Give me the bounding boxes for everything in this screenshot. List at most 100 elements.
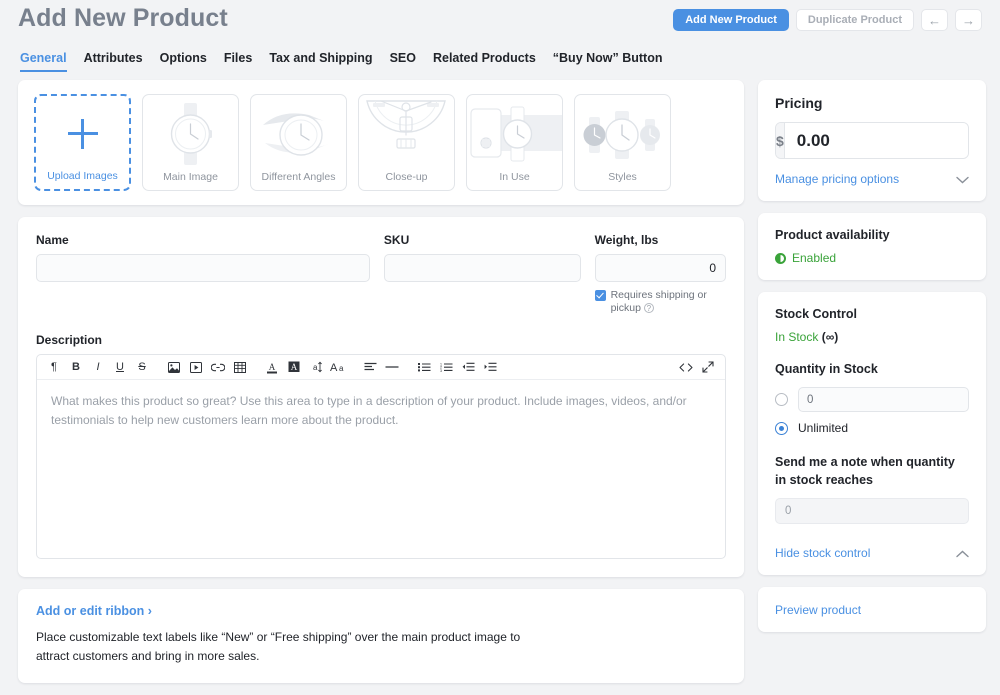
sku-input[interactable] [383,254,581,282]
manage-pricing-options-row[interactable]: Manage pricing options [775,172,969,186]
svg-text:a: a [339,364,344,373]
hide-stock-control-link[interactable]: Hide stock control [775,546,870,560]
horizontal-rule-icon[interactable] [381,356,403,378]
question-mark-icon[interactable]: ? [643,303,654,314]
editor-toolbar: ¶ B I U S A A a A a 1 2 3 [37,355,725,381]
currency-symbol: $ [776,123,785,158]
highlight-icon[interactable]: A [283,356,305,378]
hide-stock-control-row[interactable]: Hide stock control [775,546,969,560]
image-icon[interactable] [163,356,185,378]
tab-bar: General Attributes Options Files Tax and… [0,44,1000,72]
preview-product-section: Preview product [758,587,986,632]
low-stock-note-input[interactable] [775,498,969,525]
product-form: Name SKU Weight, lbs Requires shipping o… [18,217,744,577]
add-new-product-button[interactable]: Add New Product [673,9,789,31]
requires-shipping-checkbox[interactable] [594,290,606,301]
product-availability-title: Product availability [775,228,890,242]
font-color-icon[interactable]: A [261,356,283,378]
tab-attributes[interactable]: Attributes [84,51,143,72]
ordered-list-icon[interactable]: 123 [435,356,457,378]
tab-related-products[interactable]: Related Products [433,51,536,72]
italic-icon[interactable]: I [87,356,109,378]
upload-images-label: Upload Images [47,170,118,182]
pricing-section: Pricing $ Manage pricing options [758,80,986,201]
quantity-input[interactable] [799,388,968,412]
unlimited-radio[interactable] [775,421,788,435]
sku-field-group: SKU [383,233,581,315]
quantity-option-row: items [775,387,969,413]
link-icon[interactable] [207,356,229,378]
name-field-group: Name [36,233,370,315]
thumb-label: Main Image [163,171,218,183]
product-details-card: Name SKU Weight, lbs Requires shipping o… [18,217,744,578]
weight-field-group: Weight, lbs Requires shipping or pickup … [594,233,726,315]
outdent-icon[interactable] [457,356,479,378]
thumb-styles[interactable]: Styles [574,94,671,191]
pricing-title: Pricing [775,95,823,111]
manage-pricing-options-link[interactable]: Manage pricing options [775,172,899,186]
watch-front-icon [170,103,212,165]
align-icon[interactable] [359,356,381,378]
tab-files[interactable]: Files [224,51,253,72]
watch-angle-icon [263,113,331,156]
weight-input[interactable] [594,254,726,282]
code-view-icon[interactable] [675,356,697,378]
product-images-card: Upload Images Main Image Different Angle… [18,80,744,205]
page-header: Add New Product Add New Product Duplicat… [0,0,1000,44]
chevron-down-icon [956,173,969,186]
sidebar-column: Pricing $ Manage pricing options Product… [758,80,986,644]
indent-icon[interactable] [479,356,501,378]
font-size-icon[interactable]: Aa [327,356,349,378]
plus-icon [67,119,98,149]
requires-shipping-label: Requires shipping or pickup ? [610,289,707,315]
stock-control-section: Stock Control In Stock (∞) Quantity in S… [758,292,986,575]
tab-seo[interactable]: SEO [390,51,416,72]
thumb-label: In Use [499,171,530,183]
tab-buy-now-button[interactable]: “Buy Now” Button [553,51,663,72]
availability-status[interactable]: Enabled [775,251,969,265]
description-editor: ¶ B I U S A A a A a 1 2 3 What makes thi… [36,354,726,560]
unordered-list-icon[interactable] [413,356,435,378]
unlimited-option-row: Unlimited [775,421,969,435]
form-row-primary: Name SKU Weight, lbs Requires shipping o… [36,233,726,315]
svg-text:A: A [291,362,298,372]
preview-product-link[interactable]: Preview product [775,603,861,617]
chevron-up-icon [956,547,969,560]
sku-label: SKU [383,233,410,247]
next-product-button[interactable]: → [955,9,982,31]
svg-text:A: A [269,362,276,372]
watch-in-use-icon [470,106,562,162]
page-title: Add New Product [18,4,228,32]
pricing-card: Pricing $ Manage pricing options [758,80,986,201]
tab-tax-and-shipping[interactable]: Tax and Shipping [269,51,372,72]
tab-options[interactable]: Options [160,51,207,72]
table-icon[interactable] [229,356,251,378]
arrow-left-icon: ← [928,12,941,28]
upload-images-dropzone[interactable]: Upload Images [34,94,131,191]
line-height-icon[interactable]: a [305,356,327,378]
thumb-different-angles[interactable]: Different Angles [250,94,347,191]
underline-icon[interactable]: U [109,356,131,378]
fullscreen-icon[interactable] [697,356,719,378]
thumb-label: Close-up [385,171,428,183]
add-or-edit-ribbon-link[interactable]: Add or edit ribbon › [36,604,152,618]
video-icon[interactable] [185,356,207,378]
name-input[interactable] [36,254,370,282]
header-actions: Add New Product Duplicate Product ← → [673,9,982,31]
duplicate-product-button[interactable]: Duplicate Product [795,9,914,31]
bold-icon[interactable]: B [65,356,87,378]
paragraph-icon[interactable]: ¶ [43,356,65,378]
description-placeholder[interactable]: What makes this product so great? Use th… [37,380,725,558]
description-label: Description [36,333,103,348]
quantity-radio[interactable] [775,393,788,407]
previous-product-button[interactable]: ← [921,9,948,31]
preview-product-card: Preview product [758,587,986,633]
tab-general[interactable]: General [20,51,67,72]
strikethrough-icon[interactable]: S [131,356,153,378]
svg-text:a: a [313,363,318,372]
ribbon-section: Add or edit ribbon › Place customizable … [18,589,744,682]
thumb-main-image[interactable]: Main Image [142,94,239,191]
thumb-close-up[interactable]: Close-up [358,94,455,191]
thumb-in-use[interactable]: In Use [466,94,563,191]
price-input[interactable] [784,123,968,158]
